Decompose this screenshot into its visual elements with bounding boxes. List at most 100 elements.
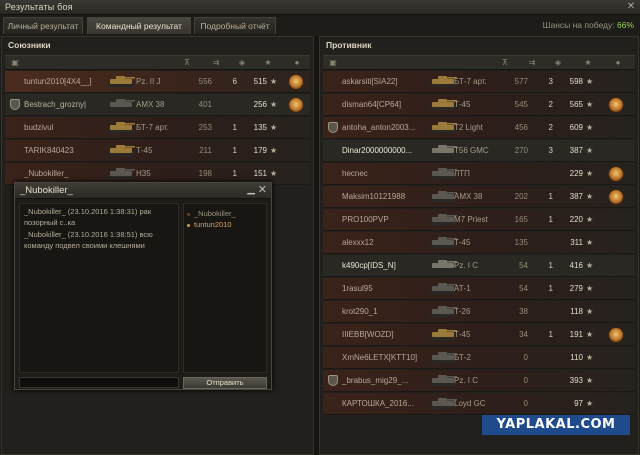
enemies-title: Противник — [326, 40, 372, 50]
xp-star-icon: ★ — [586, 399, 594, 408]
player-nick: hecnec — [342, 169, 368, 178]
kills-value: 3 — [548, 146, 553, 155]
medal-icon[interactable] — [288, 74, 304, 90]
player-row[interactable]: budzivul БТ-7 арт. 253 1 135 ★ — [5, 117, 310, 139]
kills-value: 1 — [548, 215, 553, 224]
damage-value: 545 — [514, 100, 528, 109]
sort-vehicle-icon[interactable]: ⊼ — [181, 56, 193, 71]
xp-value: 220 — [569, 215, 583, 224]
player-nick: krot290_1 — [342, 307, 378, 316]
xp-column-icon[interactable]: ★ — [259, 56, 277, 71]
xp-value: 565 — [569, 100, 583, 109]
medals-column-icon[interactable]: ● — [289, 56, 305, 71]
player-nick: Maksim10121988 — [342, 192, 406, 201]
kills-value — [223, 94, 237, 115]
chat-window: _Nubokiller_ ▁ ✕ _Nubokiller_ (23.10.201… — [14, 182, 272, 390]
battle-results-window: Результаты боя ✕ Личный результат Команд… — [0, 0, 640, 455]
xp-star-icon: ★ — [586, 353, 594, 362]
player-row[interactable]: k490cp[IDS_N] Pz. I C 54 1 416 ★ — [323, 255, 635, 277]
kills-column-icon[interactable]: ◈ — [547, 56, 569, 71]
player-nick: antoha_anton2003... — [342, 123, 416, 132]
xp-star-icon: ★ — [270, 100, 278, 109]
player-row[interactable]: XmNe6LETX[KTT10] БТ-2 0 110 ★ — [323, 347, 635, 369]
player-row[interactable]: IIIEBB[WOZD] Т-45 34 1 191 ★ — [323, 324, 635, 346]
tank-icon — [106, 144, 136, 157]
chat-member[interactable]: _Nubokiller_ — [187, 208, 263, 219]
player-row[interactable]: TARIK840423 Т-45 211 1 179 ★ — [5, 140, 310, 162]
chat-title-bar[interactable]: _Nubokiller_ ▁ ✕ — [15, 183, 271, 199]
kills-value — [539, 370, 553, 391]
player-row[interactable]: krot290_1 Т-26 38 118 ★ — [323, 301, 635, 323]
xp-star-icon: ★ — [586, 376, 594, 385]
kills-value — [539, 163, 553, 184]
xp-star-icon: ★ — [586, 146, 594, 155]
chat-member[interactable]: tuntun2010 — [187, 219, 263, 230]
close-icon[interactable]: ✕ — [258, 183, 267, 196]
player-row[interactable]: antoha_anton2003... T2 Light 456 2 609 ★ — [323, 117, 635, 139]
send-button[interactable]: Отправить — [183, 377, 267, 389]
watermark-logo: YAPLAKAL.COM — [482, 415, 630, 435]
xp-star-icon: ★ — [586, 261, 594, 270]
medal-icon[interactable] — [608, 189, 624, 205]
xp-value: 256 — [253, 100, 267, 109]
damage-column-icon[interactable]: ⇉ — [205, 56, 227, 71]
xp-column-icon[interactable]: ★ — [579, 56, 597, 71]
tank-icon — [106, 75, 136, 88]
player-row[interactable]: disman64[CP64] Т-45 545 2 565 ★ — [323, 94, 635, 116]
player-row[interactable]: КАРТОШКА_2016... Loyd GC 0 97 ★ — [323, 393, 635, 415]
xp-star-icon: ★ — [586, 284, 594, 293]
damage-value: 34 — [519, 330, 528, 339]
platoon-column-icon[interactable]: ▣ — [327, 56, 339, 71]
damage-column-icon[interactable]: ⇉ — [521, 56, 543, 71]
damage-value: 211 — [199, 146, 212, 155]
minimize-icon[interactable]: ▁ — [247, 184, 255, 195]
kills-value: 1 — [548, 192, 553, 201]
damage-value: 202 — [514, 192, 528, 201]
player-row[interactable]: Dinar2000000000... T56 GMC 270 3 387 ★ — [323, 140, 635, 162]
sort-vehicle-icon[interactable]: ⊼ — [499, 56, 511, 71]
damage-value: 165 — [514, 215, 528, 224]
player-nick: КАРТОШКА_2016... — [342, 399, 414, 408]
kills-value — [539, 347, 553, 368]
medal-icon[interactable] — [288, 97, 304, 113]
player-row[interactable]: _brabus_mig29_... Pz. I C 0 393 ★ — [323, 370, 635, 392]
xp-star-icon: ★ — [270, 77, 278, 86]
xp-star-icon: ★ — [270, 169, 278, 178]
player-row[interactable]: tuntun2010[4X4__] Pz. II J 556 6 515 ★ — [5, 71, 310, 93]
tank-icon — [106, 167, 136, 180]
title-bar: Результаты боя ✕ — [0, 0, 640, 15]
damage-value: 401 — [198, 100, 212, 109]
xp-value: 110 — [570, 353, 583, 362]
platoon-icon — [328, 122, 338, 133]
xp-value: 229 — [569, 169, 583, 178]
kills-column-icon[interactable]: ◈ — [231, 56, 253, 71]
xp-value: 387 — [569, 146, 583, 155]
player-row[interactable]: askarsiti[SIA22] БТ-7 арт. 577 3 598 ★ — [323, 71, 635, 93]
kills-value: 1 — [232, 146, 237, 155]
player-row[interactable]: alexxx12 Т-45 135 311 ★ — [323, 232, 635, 254]
chat-member-name: _Nubokiller_ — [194, 209, 236, 218]
player-row[interactable]: PRO100PVP M7 Priest 165 1 220 ★ — [323, 209, 635, 231]
player-row[interactable]: Bestrach_grozny| AMX 38 401 256 ★ — [5, 94, 310, 116]
kills-value: 2 — [548, 100, 553, 109]
chat-title: _Nubokiller_ — [20, 185, 73, 196]
player-row[interactable]: 1rasul95 АТ-1 54 1 279 ★ — [323, 278, 635, 300]
medal-icon[interactable] — [608, 166, 624, 182]
tab-personal-result[interactable]: Личный результат — [3, 17, 83, 34]
player-row[interactable]: Maksim10121988 AMX 38 202 1 387 ★ — [323, 186, 635, 208]
tab-team-result[interactable]: Командный результат — [87, 17, 191, 34]
player-row[interactable]: hecnec ЛТП 229 ★ — [323, 163, 635, 185]
close-icon[interactable]: ✕ — [625, 1, 637, 13]
xp-star-icon: ★ — [586, 77, 594, 86]
damage-value: 456 — [514, 123, 528, 132]
xp-star-icon: ★ — [586, 215, 594, 224]
medals-column-icon[interactable]: ● — [610, 56, 626, 71]
chat-message-input[interactable] — [19, 377, 179, 388]
damage-value: 0 — [523, 399, 528, 408]
xp-star-icon: ★ — [586, 330, 594, 339]
platoon-column-icon[interactable]: ▣ — [9, 56, 21, 71]
tab-detailed-report[interactable]: Подробный отчёт — [194, 17, 276, 34]
medal-icon[interactable] — [608, 97, 624, 113]
medal-icon[interactable] — [608, 327, 624, 343]
player-nick: TARIK840423 — [24, 146, 74, 155]
